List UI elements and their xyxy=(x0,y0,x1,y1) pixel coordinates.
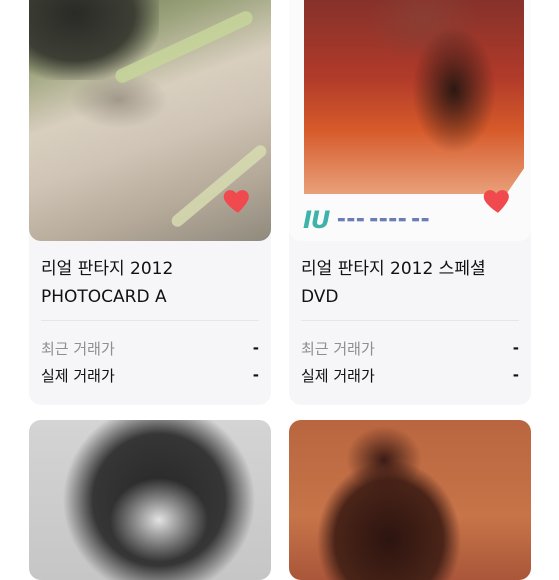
recent-price-row: 최근 거래가 - xyxy=(301,336,519,360)
actual-price-label: 실제 거래가 xyxy=(41,366,115,385)
product-title[interactable]: 리얼 판타지 2012 스페셜 DVD xyxy=(301,255,521,311)
divider xyxy=(41,320,259,321)
product-image[interactable] xyxy=(29,420,271,580)
product-title-line1: 리얼 판타지 2012 xyxy=(41,259,174,279)
recent-price-value: - xyxy=(512,339,519,357)
product-image[interactable] xyxy=(289,420,531,580)
product-card[interactable]: 리얼 판타지 2012 PHOTOCARD A 최근 거래가 - 실제 거래가 … xyxy=(29,0,271,405)
actual-price-label: 실제 거래가 xyxy=(301,366,375,385)
heart-icon[interactable] xyxy=(221,183,255,217)
product-title-line2: PHOTOCARD A xyxy=(41,287,167,307)
heart-icon[interactable] xyxy=(481,183,515,217)
cover-logo: IU xyxy=(303,206,330,234)
actual-price-value: - xyxy=(252,366,259,384)
actual-price-value: - xyxy=(512,366,519,384)
product-title[interactable]: 리얼 판타지 2012 PHOTOCARD A xyxy=(41,255,261,311)
product-card[interactable] xyxy=(29,420,271,580)
product-title-line1: 리얼 판타지 2012 스페셜 xyxy=(301,259,486,279)
product-card[interactable] xyxy=(289,420,531,580)
actual-price-row: 실제 거래가 - xyxy=(301,363,519,387)
recent-price-label: 최근 거래가 xyxy=(41,339,115,358)
actual-price-row: 실제 거래가 - xyxy=(41,363,259,387)
recent-price-row: 최근 거래가 - xyxy=(41,336,259,360)
product-card[interactable]: IU ▬▬▬ ▬▬▬▬ ▬▬ 리얼 판타지 2012 스페셜 DVD 최근 거래… xyxy=(289,0,531,405)
recent-price-value: - xyxy=(252,339,259,357)
recent-price-label: 최근 거래가 xyxy=(301,339,375,358)
product-title-line2: DVD xyxy=(301,287,339,307)
divider xyxy=(301,320,519,321)
